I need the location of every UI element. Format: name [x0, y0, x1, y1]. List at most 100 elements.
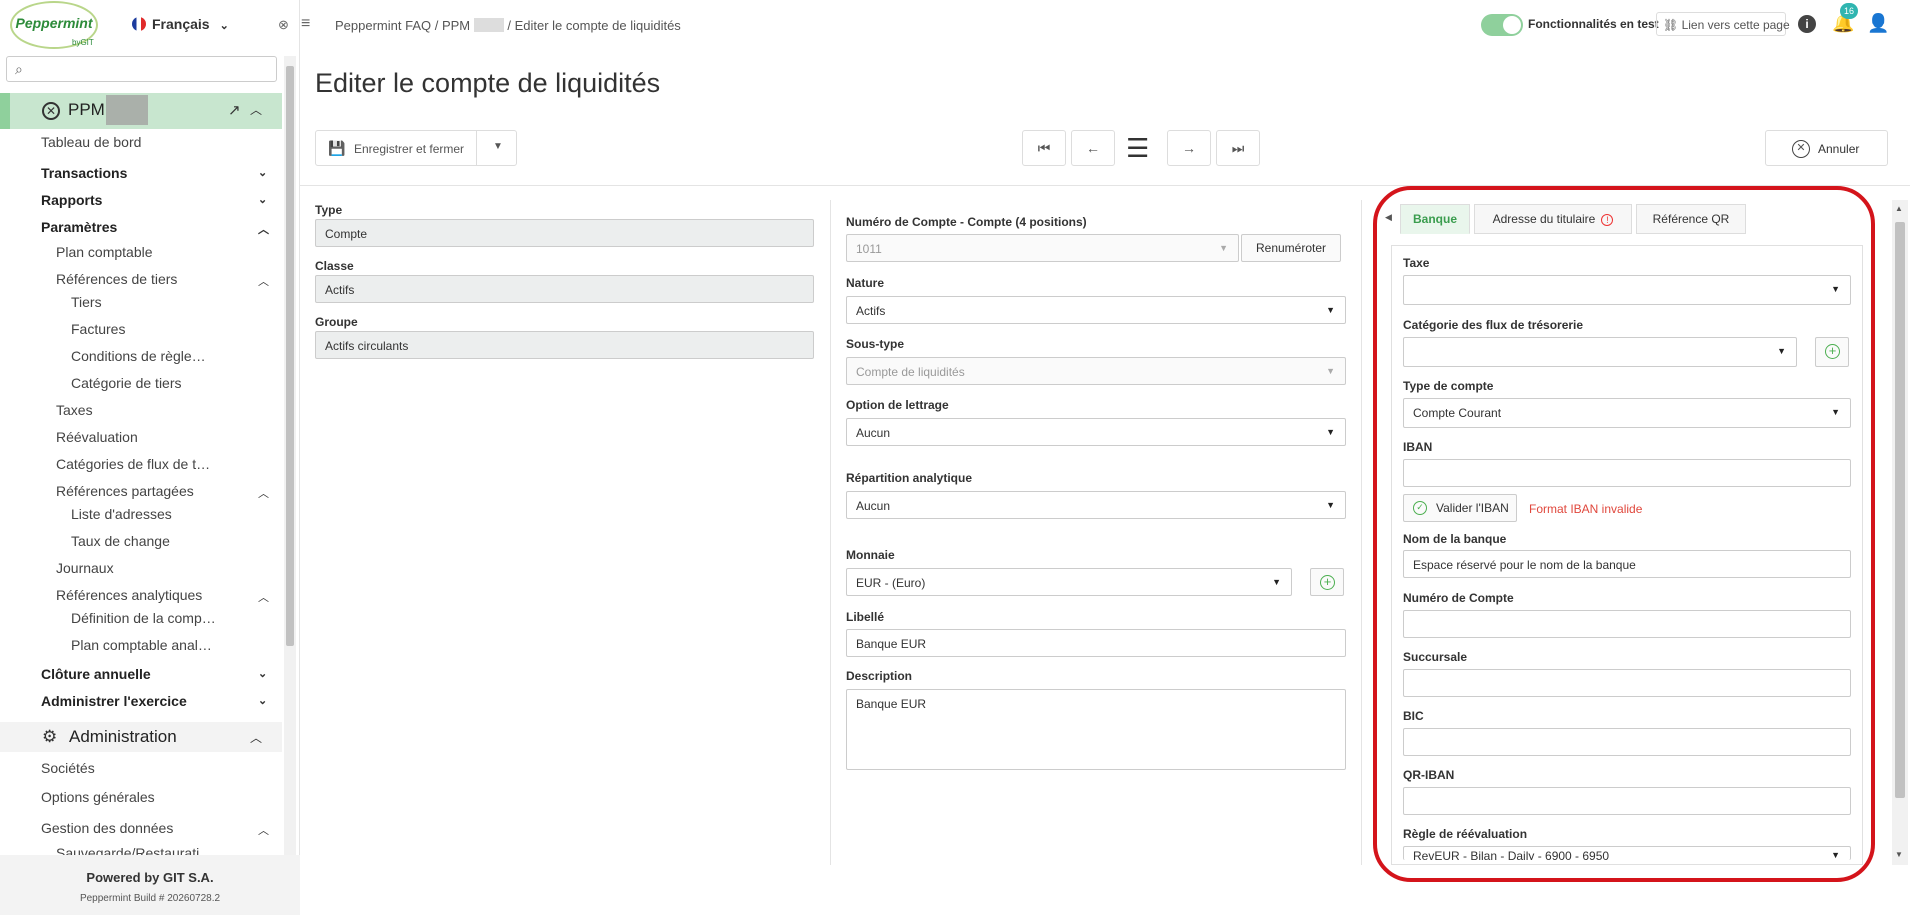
sidebar-item-label: Clôture annuelle	[41, 666, 151, 682]
sidebar-footer: Powered by GIT S.A. Peppermint Build # 2…	[0, 855, 300, 915]
peppermint-logo[interactable]: Peppermint byGIT	[10, 1, 98, 49]
soustype-select[interactable]: Compte de liquidités ▼	[846, 357, 1346, 385]
build-number: Peppermint Build # 20260728.2	[79, 893, 221, 904]
page-link-label: Lien vers cette page	[1681, 18, 1790, 32]
last-record-button[interactable]: ⏭	[1216, 130, 1260, 166]
sidebar-item-parametres[interactable]: Paramètres ︿	[41, 219, 271, 236]
column-divider	[830, 200, 831, 865]
sidebar-item-label: Transactions	[41, 165, 128, 181]
company-name: PPM	[68, 100, 105, 119]
sidebar-item-sauvegarde[interactable]: Sauvegarde/Restaurati…	[56, 845, 213, 855]
first-record-button[interactable]: ⏮	[1022, 130, 1066, 166]
administration-header[interactable]: ⚙ Administration ︿	[0, 722, 282, 752]
sidebar-item-plan-comptable-anal[interactable]: Plan comptable anal…	[71, 637, 212, 653]
link-icon: ⛓	[1663, 18, 1679, 32]
save-icon: 💾	[328, 140, 346, 156]
repartition-value: Aucun	[856, 499, 891, 513]
divider	[476, 131, 477, 165]
chevron-up-icon: ︿	[250, 731, 263, 745]
monnaie-select[interactable]: EUR - (Euro) ▼	[846, 568, 1292, 596]
close-circle-icon[interactable]: ⊗	[278, 17, 289, 33]
sidebar-item-categorie-de-tiers[interactable]: Catégorie de tiers	[71, 375, 182, 391]
sidebar-item-taux-de-change[interactable]: Taux de change	[71, 533, 170, 549]
sidebar-item-references-de-tiers[interactable]: Références de tiers ︿	[56, 271, 271, 288]
sidebar-item-label: Références analytiques	[56, 587, 203, 603]
repartition-select[interactable]: Aucun ▼	[846, 491, 1346, 519]
dropdown-arrow-icon: ▼	[1326, 305, 1335, 315]
sidebar-item-administrer-exercice[interactable]: Administrer l'exercice ⌄	[41, 693, 271, 709]
sidebar-item-gestion-donnees[interactable]: Gestion des données ︿	[41, 820, 271, 837]
redacted-block	[106, 95, 148, 125]
list-view-icon[interactable]: ☰	[1126, 133, 1149, 164]
nature-select[interactable]: Actifs ▼	[846, 296, 1346, 324]
sidebar-item-taxes[interactable]: Taxes	[56, 402, 93, 418]
sidebar-item-factures[interactable]: Factures	[71, 321, 125, 337]
chevron-up-icon: ︿	[258, 276, 269, 288]
sidebar-item-rapports[interactable]: Rapports ⌄	[41, 192, 271, 208]
sidebar-item-references-analytiques[interactable]: Références analytiques ︿	[56, 587, 271, 604]
external-link-icon[interactable]: ↗	[228, 101, 241, 119]
close-circle-icon[interactable]: ✕	[42, 102, 60, 120]
sidebar-item-tableau-de-bord[interactable]: Tableau de bord	[41, 134, 141, 150]
sidebar-item-societes[interactable]: Sociétés	[41, 760, 95, 776]
add-currency-button[interactable]: +	[1310, 568, 1344, 596]
breadcrumb: Peppermint FAQ / PPM / Editer le compte …	[335, 18, 681, 33]
dropdown-arrow-icon: ▼	[1219, 243, 1228, 253]
description-textarea[interactable]: Banque EUR	[846, 689, 1346, 770]
scrollbar-thumb[interactable]	[286, 66, 294, 646]
breadcrumb-item-ppm[interactable]: PPM	[442, 18, 470, 33]
language-selector[interactable]: Français ⌄	[132, 16, 229, 32]
sidebar-item-transactions[interactable]: Transactions ⌄	[41, 165, 271, 181]
sidebar-item-references-partagees[interactable]: Références partagées ︿	[56, 483, 271, 500]
groupe-label: Groupe	[315, 315, 358, 329]
libelle-input[interactable]: Banque EUR	[846, 629, 1346, 657]
feature-test-toggle[interactable]	[1481, 14, 1523, 36]
chevron-up-icon: ︿	[258, 488, 269, 500]
sidebar-item-options-generales[interactable]: Options générales	[41, 789, 155, 805]
lettrage-select[interactable]: Aucun ▼	[846, 418, 1346, 446]
company-header[interactable]: ✕ PPM ↗ ︿	[0, 93, 282, 129]
cancel-button[interactable]: ✕ Annuler	[1765, 130, 1888, 166]
sidebar-item-label: Administrer l'exercice	[41, 693, 187, 709]
renumeroter-button[interactable]: Renuméroter	[1241, 234, 1341, 262]
scroll-up-icon[interactable]: ▲	[1895, 204, 1903, 213]
monnaie-label: Monnaie	[846, 548, 895, 562]
lettrage-label: Option de lettrage	[846, 398, 949, 412]
sidebar-search-input[interactable]: ⌕	[6, 56, 277, 82]
plus-icon: +	[1320, 575, 1335, 590]
scroll-down-icon[interactable]: ▼	[1895, 850, 1903, 859]
sidebar-item-tiers[interactable]: Tiers	[71, 294, 102, 310]
user-icon[interactable]: 👤	[1867, 13, 1889, 34]
sidebar-item-categories-flux[interactable]: Catégories de flux de t…	[56, 456, 210, 472]
chevron-up-icon[interactable]: ︿	[250, 101, 262, 118]
sidebar-item-label: Rapports	[41, 192, 103, 208]
repartition-label: Répartition analytique	[846, 471, 973, 485]
notification-badge: 16	[1840, 3, 1858, 19]
sidebar-item-reevaluation[interactable]: Réévaluation	[56, 429, 138, 445]
libelle-label: Libellé	[846, 610, 885, 624]
sidebar-item-plan-comptable[interactable]: Plan comptable	[56, 244, 153, 260]
next-record-button[interactable]: →	[1167, 130, 1211, 166]
sidebar-scrollbar[interactable]	[284, 56, 296, 856]
save-and-close-button[interactable]: 💾 Enregistrer et fermer ▼	[315, 130, 517, 166]
chevron-down-icon: ⌄	[258, 695, 268, 707]
sidebar: Peppermint byGIT Français ⌄ ⊗ ⌕ ✕ PPM ↗ ︿…	[0, 0, 300, 915]
main-scrollbar[interactable]: ▲ ▼	[1892, 200, 1908, 865]
gear-icon: ⚙	[42, 727, 58, 746]
sidebar-item-liste-adresses[interactable]: Liste d'adresses	[71, 506, 172, 522]
previous-record-button[interactable]: ←	[1071, 130, 1115, 166]
breadcrumb-item-faq[interactable]: Peppermint FAQ	[335, 18, 431, 33]
sidebar-item-journaux[interactable]: Journaux	[56, 560, 114, 576]
sidebar-item-definition-comp[interactable]: Définition de la comp…	[71, 610, 216, 626]
sidebar-item-cloture-annuelle[interactable]: Clôture annuelle ⌄	[41, 666, 271, 682]
scrollbar-thumb[interactable]	[1895, 222, 1905, 798]
chevron-down-icon[interactable]: ▼	[493, 141, 503, 152]
sidebar-item-conditions[interactable]: Conditions de règle…	[71, 348, 206, 364]
administration-label: Administration	[69, 727, 177, 746]
notification-button[interactable]: 🔔 16	[1832, 3, 1858, 34]
page-link-button[interactable]: ⛓ Lien vers cette page	[1656, 12, 1790, 36]
chevron-up-icon: ︿	[258, 825, 269, 837]
info-icon[interactable]: i	[1798, 15, 1816, 33]
dropdown-arrow-icon: ▼	[1326, 366, 1335, 376]
numero-compte-field[interactable]: 1011 ▼	[846, 234, 1239, 262]
